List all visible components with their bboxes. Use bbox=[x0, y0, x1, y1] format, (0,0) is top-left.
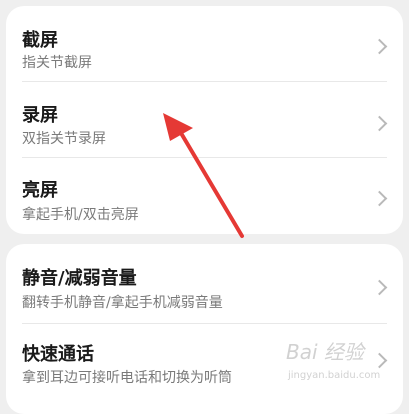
baidu-watermark: Bai 经验 jingyan.baidu.com bbox=[286, 336, 406, 388]
watermark-logo: Bai 经验 bbox=[286, 340, 364, 364]
watermark-url: jingyan.baidu.com bbox=[288, 370, 381, 381]
annotation-arrow bbox=[163, 113, 244, 238]
arrow-shaft bbox=[176, 126, 244, 238]
arrow-head bbox=[163, 113, 193, 141]
